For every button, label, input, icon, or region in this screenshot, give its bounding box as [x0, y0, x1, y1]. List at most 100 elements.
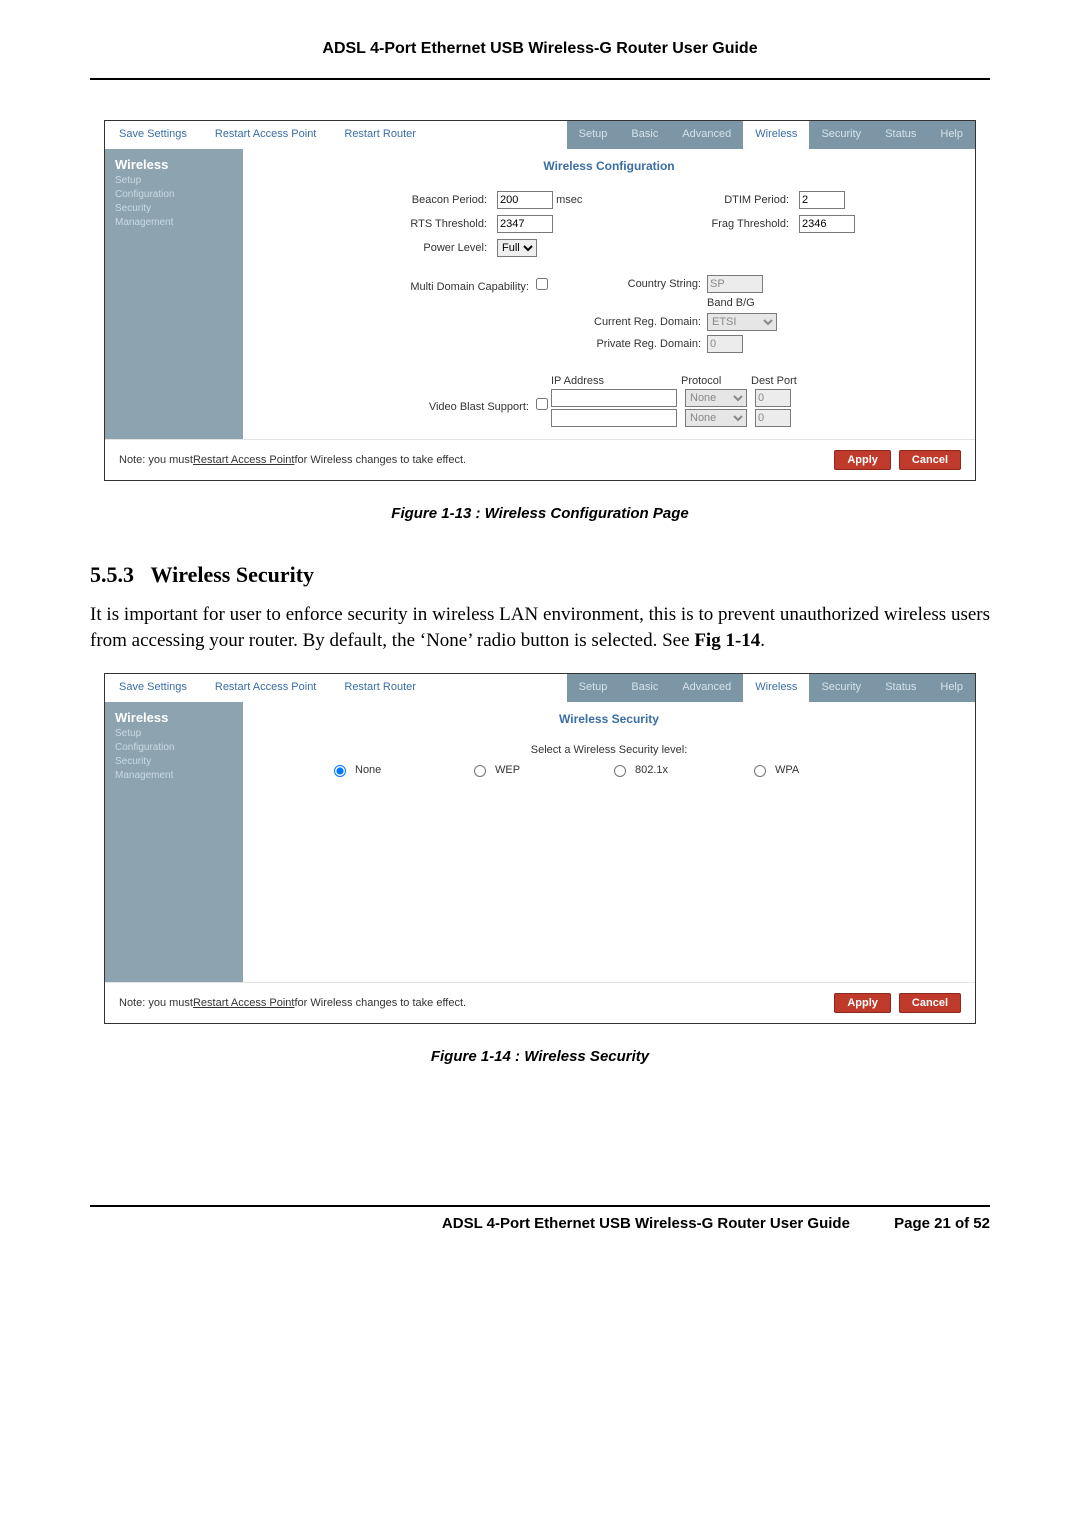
sidebar-item-configuration[interactable]: Configuration — [115, 188, 233, 202]
radio-wep[interactable]: WEP — [469, 762, 609, 777]
radio-wep-input[interactable] — [474, 765, 486, 777]
top-bar: Save Settings Restart Access Point Resta… — [105, 674, 975, 702]
radio-wpa[interactable]: WPA — [749, 762, 889, 777]
top-tabs: Setup Basic Advanced Wireless Security S… — [567, 674, 975, 702]
sidebar-item-setup[interactable]: Setup — [115, 727, 233, 741]
apply-button[interactable]: Apply — [834, 993, 891, 1013]
tab-advanced[interactable]: Advanced — [670, 674, 743, 702]
current-reg-domain-label: Current Reg. Domain: — [551, 316, 707, 328]
panel-title: Wireless Security — [261, 712, 957, 726]
tab-security[interactable]: Security — [809, 674, 873, 702]
sidebar: Wireless Setup Configuration Security Ma… — [105, 149, 243, 439]
note-pre: Note: you must — [119, 997, 193, 1009]
frag-threshold-input[interactable] — [799, 215, 855, 233]
tab-help[interactable]: Help — [928, 674, 975, 702]
note-post: for Wireless changes to take effect. — [294, 997, 466, 1009]
tab-help[interactable]: Help — [928, 121, 975, 149]
rts-threshold-input[interactable] — [497, 215, 553, 233]
security-panel: Wireless Security Select a Wireless Secu… — [243, 702, 975, 982]
protocol-header: Protocol — [681, 375, 751, 387]
section-heading: 5.5.3 Wireless Security — [90, 562, 990, 588]
router-ui-security: Save Settings Restart Access Point Resta… — [104, 673, 976, 1024]
restart-access-point-link[interactable]: Restart Access Point — [201, 121, 331, 149]
radio-8021x-input[interactable] — [614, 765, 626, 777]
restart-access-point-note-link[interactable]: Restart Access Point — [193, 997, 295, 1009]
note-pre: Note: you must — [119, 454, 193, 466]
top-tabs: Setup Basic Advanced Wireless Security S… — [567, 121, 975, 149]
sidebar-item-management[interactable]: Management — [115, 216, 233, 230]
restart-router-link[interactable]: Restart Router — [330, 121, 430, 149]
config-panel: Wireless Configuration Beacon Period: ms… — [243, 149, 975, 439]
tab-advanced[interactable]: Advanced — [670, 121, 743, 149]
security-select-label: Select a Wireless Security level: — [261, 744, 957, 756]
dest-port-header: Dest Port — [751, 375, 821, 387]
tab-setup[interactable]: Setup — [567, 121, 620, 149]
sidebar-item-configuration[interactable]: Configuration — [115, 741, 233, 755]
private-reg-domain-label: Private Reg. Domain: — [551, 338, 707, 350]
restart-access-point-note-link[interactable]: Restart Access Point — [193, 454, 295, 466]
panel-title: Wireless Configuration — [261, 159, 957, 173]
ip-address-header: IP Address — [551, 375, 681, 387]
radio-8021x[interactable]: 802.1x — [609, 762, 749, 777]
tab-basic[interactable]: Basic — [619, 121, 670, 149]
restart-access-point-link[interactable]: Restart Access Point — [201, 674, 331, 702]
apply-button[interactable]: Apply — [834, 450, 891, 470]
dtim-period-label: DTIM Period: — [643, 194, 793, 206]
ip-address-input-2[interactable] — [551, 409, 677, 427]
tab-security[interactable]: Security — [809, 121, 873, 149]
note-bar: Note: you must Restart Access Point for … — [105, 982, 975, 1023]
current-reg-domain-select[interactable]: ETSI — [707, 313, 777, 331]
tab-status[interactable]: Status — [873, 674, 928, 702]
sidebar-item-setup[interactable]: Setup — [115, 174, 233, 188]
country-string-label: Country String: — [551, 278, 707, 290]
tab-basic[interactable]: Basic — [619, 674, 670, 702]
doc-header: ADSL 4-Port Ethernet USB Wireless-G Rout… — [90, 40, 990, 80]
video-blast-label: Video Blast Support: — [429, 401, 529, 413]
security-radio-group: None WEP 802.1x WPA — [261, 762, 957, 777]
cancel-button[interactable]: Cancel — [899, 993, 961, 1013]
save-settings-link[interactable]: Save Settings — [105, 674, 201, 702]
sidebar-heading: Wireless — [115, 157, 233, 172]
tab-setup[interactable]: Setup — [567, 674, 620, 702]
figure-14-caption: Figure 1-14 : Wireless Security — [90, 1048, 990, 1065]
sidebar-item-management[interactable]: Management — [115, 769, 233, 783]
radio-none-input[interactable] — [334, 765, 346, 777]
power-level-select[interactable]: Full — [497, 239, 537, 257]
ip-address-input-1[interactable] — [551, 389, 677, 407]
note-bar: Note: you must Restart Access Point for … — [105, 439, 975, 480]
frag-threshold-label: Frag Threshold: — [643, 218, 793, 230]
dest-port-input-1[interactable] — [755, 389, 791, 407]
beacon-period-input[interactable] — [497, 191, 553, 209]
private-reg-domain-input[interactable] — [707, 335, 743, 353]
tab-status[interactable]: Status — [873, 121, 928, 149]
band-label: Band B/G — [707, 297, 755, 309]
note-post: for Wireless changes to take effect. — [294, 454, 466, 466]
sidebar-item-security[interactable]: Security — [115, 202, 233, 216]
cancel-button[interactable]: Cancel — [899, 450, 961, 470]
protocol-select-2[interactable]: None — [685, 409, 747, 427]
rts-threshold-label: RTS Threshold: — [301, 218, 491, 230]
top-bar: Save Settings Restart Access Point Resta… — [105, 121, 975, 149]
sidebar-heading: Wireless — [115, 710, 233, 725]
multi-domain-checkbox[interactable] — [536, 278, 548, 290]
dest-port-input-2[interactable] — [755, 409, 791, 427]
dtim-period-input[interactable] — [799, 191, 845, 209]
country-string-input[interactable] — [707, 275, 763, 293]
beacon-period-unit: msec — [556, 194, 582, 206]
tab-wireless[interactable]: Wireless — [743, 674, 809, 702]
sidebar: Wireless Setup Configuration Security Ma… — [105, 702, 243, 982]
power-level-label: Power Level: — [301, 242, 491, 254]
radio-none[interactable]: None — [329, 762, 469, 777]
protocol-select-1[interactable]: None — [685, 389, 747, 407]
figure-13-caption: Figure 1-13 : Wireless Configuration Pag… — [90, 505, 990, 522]
beacon-period-label: Beacon Period: — [301, 194, 491, 206]
radio-wpa-input[interactable] — [754, 765, 766, 777]
video-blast-checkbox[interactable] — [536, 398, 548, 410]
restart-router-link[interactable]: Restart Router — [330, 674, 430, 702]
doc-footer: ADSL 4-Port Ethernet USB Wireless-G Rout… — [90, 1205, 990, 1232]
sidebar-item-security[interactable]: Security — [115, 755, 233, 769]
section-paragraph: It is important for user to enforce secu… — [90, 602, 990, 653]
tab-wireless[interactable]: Wireless — [743, 121, 809, 149]
multi-domain-label: Multi Domain Capability: — [410, 281, 529, 293]
save-settings-link[interactable]: Save Settings — [105, 121, 201, 149]
